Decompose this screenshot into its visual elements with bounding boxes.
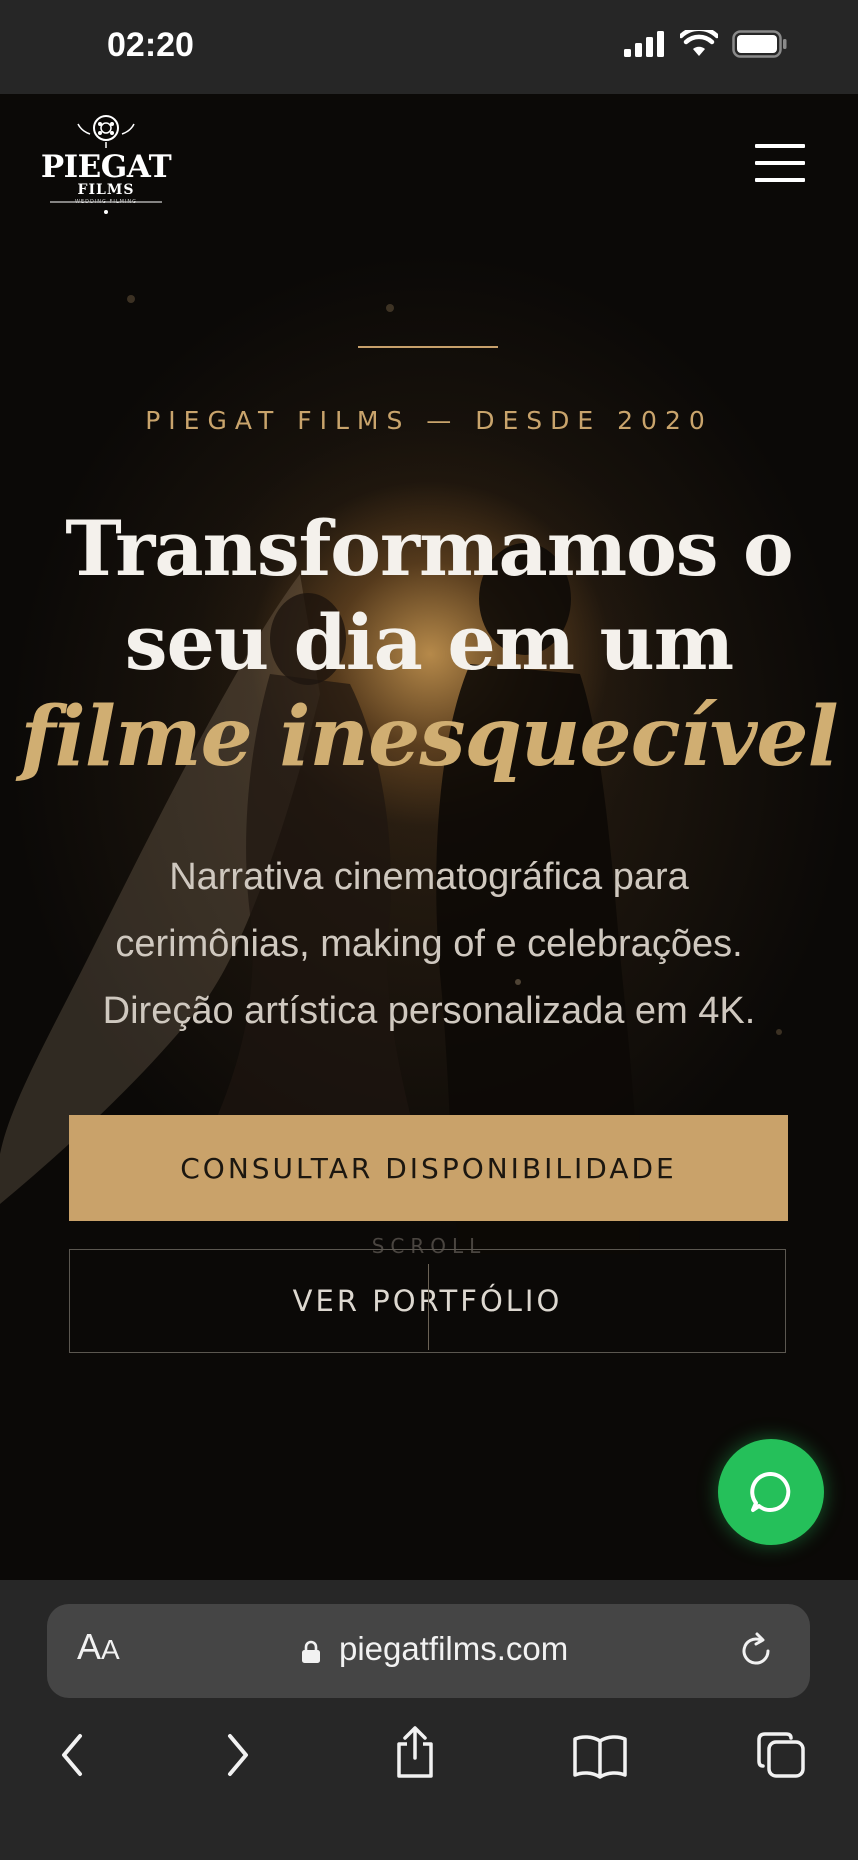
share-icon[interactable] [391,1724,439,1780]
hamburger-line [755,178,805,182]
tabs-icon[interactable] [755,1730,807,1780]
scroll-indicator-line [428,1264,429,1350]
couple-silhouette-image [0,295,782,1254]
logo-subtext: FILMS [77,182,135,198]
lead-line-2: cerimônias, making of e celebrações. [115,923,743,965]
headline-line-2: seu dia em um [124,598,734,687]
hero-section: PIEGAT FILMS WEDDING FILMING PIEGAT FILM… [0,94,858,1580]
reader-aa-button[interactable]: AA [77,1626,120,1668]
lead-line-3: Direção artística personalizada em 4K. [102,990,756,1032]
signal-icon [624,31,664,57]
status-time: 02:20 [107,26,194,64]
headline-accent: filme inesquecível [20,689,838,785]
browser-toolbar: AA piegatfilms.com [0,1580,858,1860]
hero-headline: Transformamos o seu dia em um filme ines… [0,502,858,784]
gold-divider [358,346,498,348]
headline-line-1: Transformamos o [65,504,793,593]
consult-availability-button[interactable]: CONSULTAR DISPONIBILIDADE [69,1115,788,1221]
piegat-films-logo[interactable]: PIEGAT FILMS WEDDING FILMING [40,112,172,216]
bookmarks-icon[interactable] [572,1733,628,1779]
aa-big-letter: A [77,1626,102,1667]
url-text[interactable]: piegatfilms.com [339,1630,568,1668]
address-bar[interactable]: AA piegatfilms.com [47,1604,810,1698]
hero-description: Narrativa cinematográfica para cerimônia… [0,844,858,1045]
back-icon[interactable] [58,1732,86,1778]
status-icons [624,30,788,58]
lead-line-1: Narrativa cinematográfica para [169,856,689,898]
aa-small-letter: A [101,1634,120,1665]
hero-eyebrow: PIEGAT FILMS — DESDE 2020 [145,406,713,435]
wifi-icon [680,30,718,56]
whatsapp-button[interactable] [718,1439,824,1545]
hamburger-line [755,161,805,165]
hamburger-menu-icon [755,144,805,148]
lock-icon [302,1640,320,1663]
battery-icon [732,30,787,58]
reload-icon[interactable] [735,1630,777,1672]
hamburger-menu-button[interactable] [755,144,807,184]
logo-tagline: WEDDING FILMING [74,199,138,205]
forward-icon[interactable] [224,1732,252,1778]
logo-text: PIEGAT [40,149,172,185]
whatsapp-chat-icon [750,1472,791,1512]
status-bar: 02:20 [0,0,858,94]
